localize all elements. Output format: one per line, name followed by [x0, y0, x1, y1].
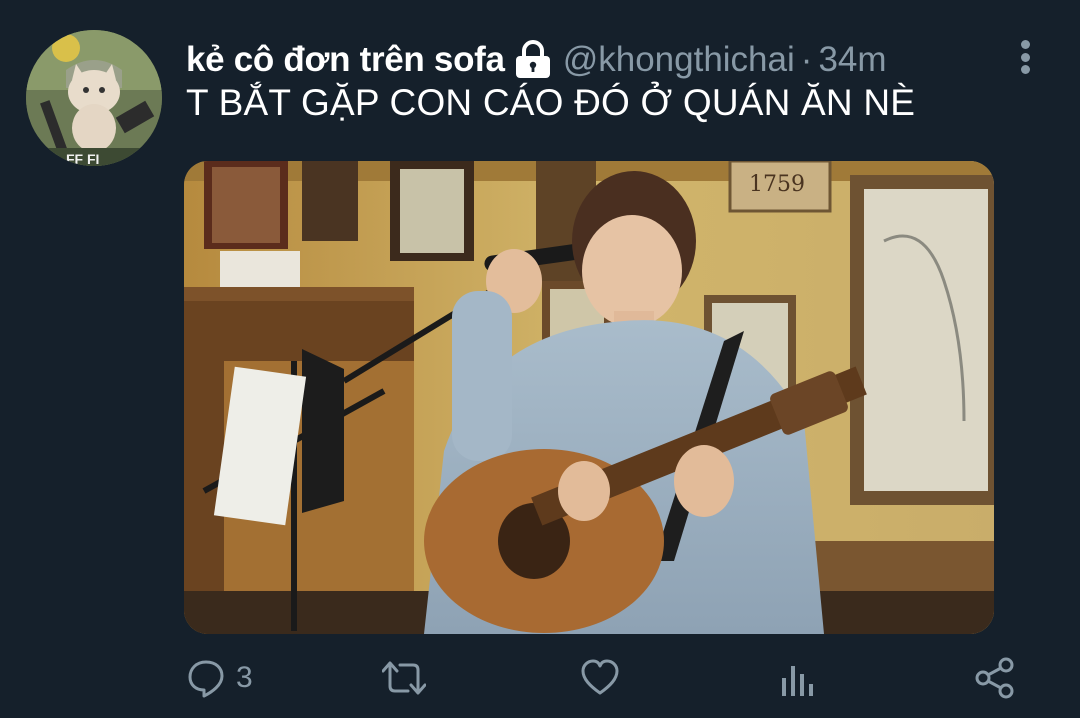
like-icon: [581, 659, 619, 695]
lock-icon: [513, 40, 553, 80]
share-icon: [975, 657, 1014, 699]
tweet-text: T BẮT GẶP CON CÁO ĐÓ Ở QUÁN ĂN NÈ: [186, 82, 916, 123]
reply-icon: [188, 660, 224, 698]
action-bar: 3: [0, 648, 1080, 708]
avatar[interactable]: FF FI: [26, 30, 162, 166]
more-icon[interactable]: [1014, 38, 1036, 76]
tweet-media[interactable]: 1759: [184, 161, 994, 634]
separator-dot: ·: [800, 40, 813, 79]
like-button[interactable]: [580, 648, 630, 708]
timestamp[interactable]: 34m: [818, 40, 886, 80]
avatar-text: FF FI: [66, 151, 99, 166]
media-sign-text: 1759: [749, 172, 805, 197]
analytics-icon: [782, 666, 813, 696]
user-handle[interactable]: @khongthichai: [563, 40, 795, 80]
retweet-button[interactable]: [382, 648, 436, 708]
display-name[interactable]: kẻ cô đơn trên sofa: [186, 40, 505, 80]
share-button[interactable]: [974, 648, 1016, 708]
analytics-button[interactable]: [780, 648, 816, 708]
avatar-image: FF FI: [26, 30, 162, 166]
reply-count: 3: [236, 661, 253, 694]
tweet[interactable]: FF FI kẻ cô đơn trên sofa @khongthichai …: [0, 0, 1080, 718]
retweet-icon: [382, 661, 426, 695]
tweet-header: kẻ cô đơn trên sofa @khongthichai · 34m: [186, 38, 887, 82]
reply-button[interactable]: 3: [186, 648, 253, 708]
media-image: 1759: [184, 161, 994, 634]
